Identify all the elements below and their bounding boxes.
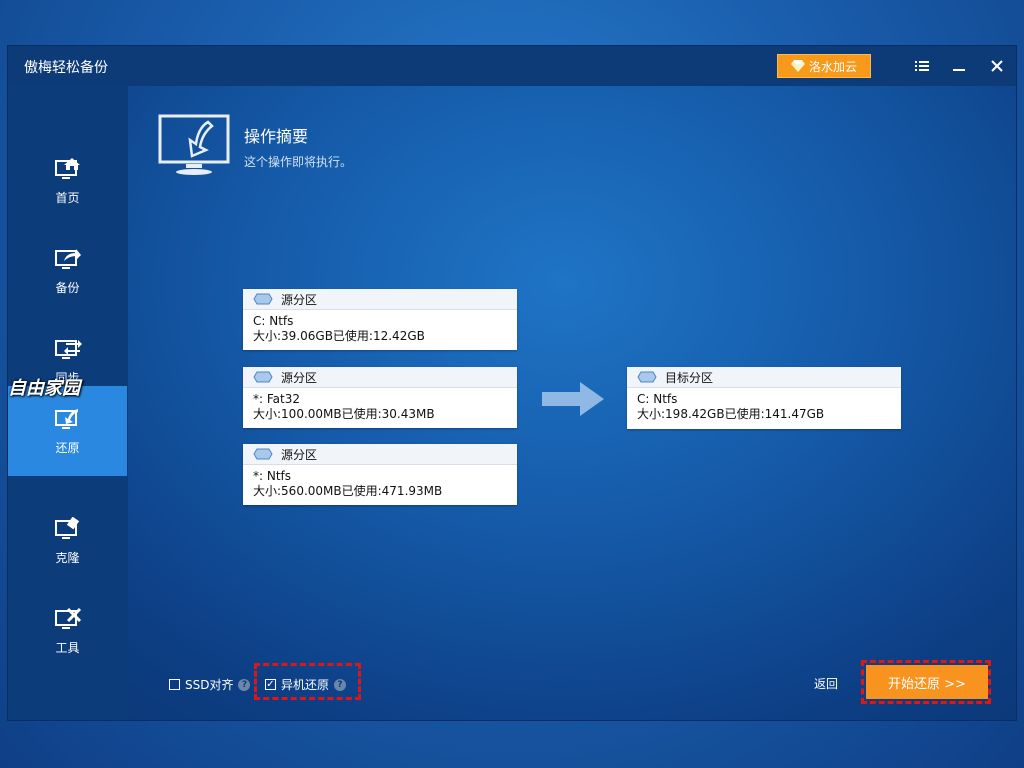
sidebar-item-label: 首页 — [55, 190, 80, 205]
sidebar: 首页 备份 同步 还原 克隆 工具 — [8, 86, 128, 720]
right-arrow-icon — [542, 382, 604, 416]
disk-icon — [253, 371, 273, 383]
sidebar-item-home[interactable]: 首页 — [8, 136, 127, 226]
help-icon[interactable]: ? — [334, 678, 347, 691]
universal-restore-label: 异机还原 — [281, 678, 330, 692]
diamond-icon — [790, 60, 805, 72]
source-partition-card: 源分区 *: Ntfs 大小:560.00MB已使用:471.93MB — [243, 444, 517, 505]
sidebar-item-backup[interactable]: 备份 — [8, 226, 127, 316]
minimize-button[interactable] — [947, 54, 971, 78]
card-header: 源分区 — [281, 292, 318, 307]
backup-icon — [54, 248, 81, 269]
minimize-icon — [953, 69, 965, 71]
close-button[interactable] — [985, 54, 1009, 78]
sync-icon — [54, 339, 82, 359]
partition-size: 大小:100.00MB已使用:30.43MB — [253, 407, 435, 421]
home-icon — [54, 157, 80, 179]
card-header: 目标分区 — [665, 370, 714, 385]
sidebar-item-label: 还原 — [55, 440, 80, 455]
partition-size: 大小:560.00MB已使用:471.93MB — [253, 484, 443, 498]
disk-icon — [253, 448, 273, 460]
close-icon — [991, 60, 1003, 72]
partition-size: 大小:39.06GB已使用:12.42GB — [253, 329, 425, 343]
partition-fs: C: Ntfs — [253, 314, 294, 328]
cloud-upgrade-label: 洛水加云 — [808, 59, 857, 74]
ssd-align-option[interactable]: SSD对齐 ? — [169, 676, 251, 693]
source-partition-card: 源分区 *: Fat32 大小:100.00MB已使用:30.43MB — [243, 367, 517, 428]
partition-fs: C: Ntfs — [637, 392, 678, 406]
menu-icon — [915, 61, 929, 71]
app-title: 傲梅轻松备份 — [24, 60, 108, 76]
ssd-align-checkbox[interactable] — [169, 679, 180, 690]
universal-restore-checkbox[interactable]: ✓ — [265, 679, 276, 690]
ssd-align-label: SSD对齐 — [185, 678, 234, 692]
tools-icon — [54, 607, 81, 629]
target-partition-card: 目标分区 C: Ntfs 大小:198.42GB已使用:141.47GB — [627, 367, 901, 429]
sidebar-item-label: 备份 — [55, 280, 80, 295]
menu-button[interactable] — [910, 54, 934, 78]
start-restore-button[interactable]: 开始还原 >> — [866, 665, 988, 699]
card-header: 源分区 — [281, 447, 318, 462]
title-bar: 傲梅轻松备份 洛水加云 — [8, 46, 1016, 86]
summary-title: 操作摘要 — [244, 127, 309, 146]
card-header: 源分区 — [281, 370, 318, 385]
partition-size: 大小:198.42GB已使用:141.47GB — [637, 407, 825, 421]
summary-subtitle: 这个操作即将执行。 — [244, 155, 353, 169]
partition-fs: *: Ntfs — [253, 469, 292, 483]
app-window: 傲梅轻松备份 洛水加云 首页 备份 同步 还原 克隆 工具 自由家园 操作摘要 … — [8, 46, 1016, 720]
universal-restore-option[interactable]: ✓ 异机还原 ? — [265, 676, 347, 693]
sidebar-item-label: 克隆 — [55, 550, 80, 565]
sidebar-item-clone[interactable]: 克隆 — [8, 496, 127, 586]
partition-fs: *: Fat32 — [253, 392, 300, 406]
restore-icon — [54, 408, 78, 429]
clone-icon — [54, 516, 79, 539]
restore-monitor-icon — [158, 114, 230, 175]
sidebar-item-tools[interactable]: 工具 — [8, 586, 127, 676]
watermark-text: 自由家园 — [8, 378, 80, 399]
cloud-upgrade-button[interactable]: 洛水加云 — [777, 54, 871, 78]
disk-icon — [253, 293, 273, 305]
disk-icon — [637, 371, 657, 383]
help-icon[interactable]: ? — [238, 678, 251, 691]
sidebar-item-label: 工具 — [55, 640, 80, 655]
back-link[interactable]: 返回 — [814, 675, 838, 692]
source-partition-card: 源分区 C: Ntfs 大小:39.06GB已使用:12.42GB — [243, 289, 517, 350]
